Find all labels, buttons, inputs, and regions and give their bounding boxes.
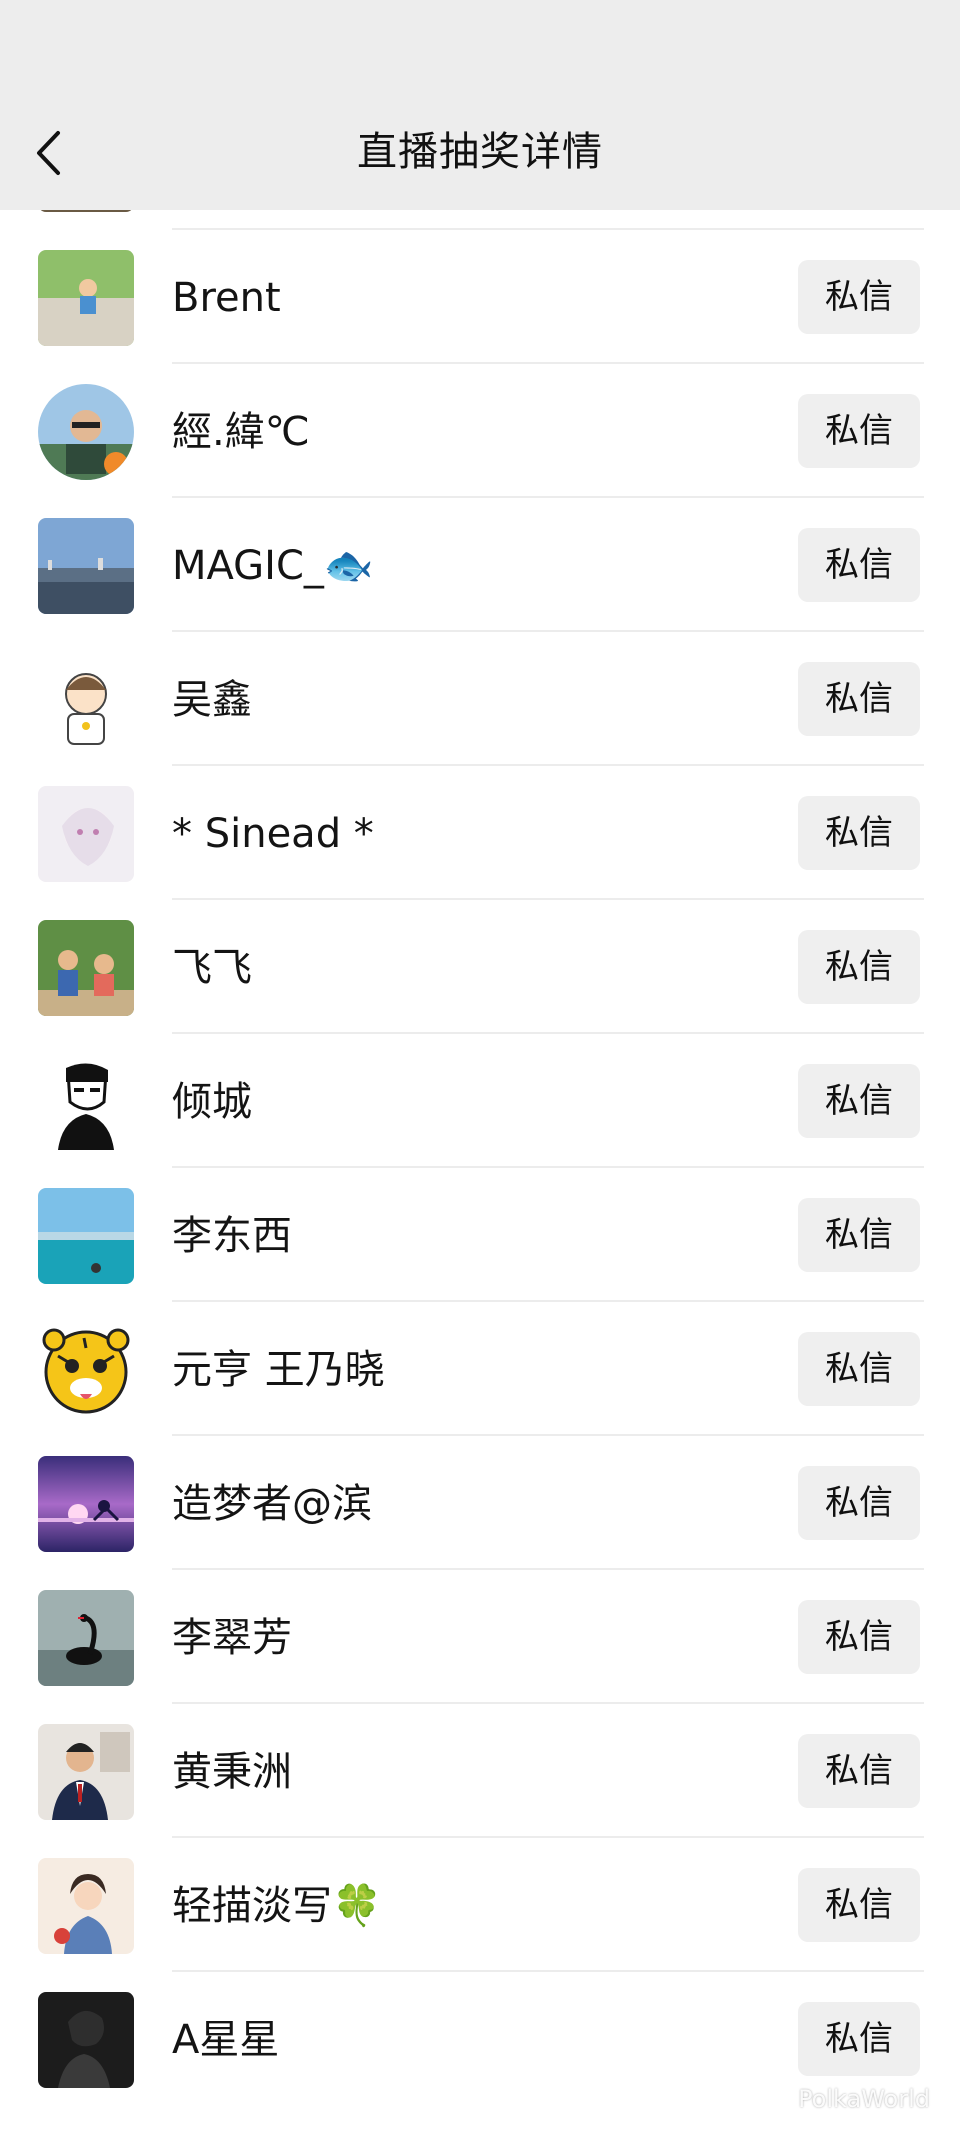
winner-list: chris 私信 Brent 私信 經.緯℃ 私信 MAGIC_🐟: [0, 96, 960, 2106]
message-button[interactable]: 私信: [798, 662, 920, 736]
user-name: 吴鑫: [172, 677, 252, 723]
user-name: 飞飞: [172, 945, 252, 991]
user-name: 轻描淡写🍀: [172, 1883, 382, 1929]
message-button[interactable]: 私信: [798, 796, 920, 870]
user-name: A星星: [172, 2017, 280, 2063]
avatar[interactable]: [38, 250, 134, 346]
nav-bar: 直播抽奖详情: [0, 0, 960, 210]
user-name: 李翠芳: [172, 1615, 292, 1661]
message-button[interactable]: 私信: [798, 1734, 920, 1808]
avatar[interactable]: [38, 518, 134, 614]
user-name: 李东西: [172, 1213, 292, 1259]
message-button[interactable]: 私信: [798, 930, 920, 1004]
avatar[interactable]: [38, 652, 134, 748]
list-item[interactable]: 倾城 私信: [0, 1034, 960, 1168]
page-title: 直播抽奖详情: [357, 129, 603, 175]
message-button[interactable]: 私信: [798, 394, 920, 468]
avatar[interactable]: [38, 1054, 134, 1150]
list-item[interactable]: 元亨 王乃晓 私信: [0, 1302, 960, 1436]
user-name: 經.緯℃: [172, 409, 310, 455]
user-name: 元亨 王乃晓: [172, 1347, 385, 1393]
list-item[interactable]: 李东西 私信: [0, 1168, 960, 1302]
user-name: MAGIC_🐟: [172, 543, 374, 589]
avatar[interactable]: [38, 786, 134, 882]
message-button[interactable]: 私信: [798, 1332, 920, 1406]
user-name: 造梦者@滨: [172, 1481, 372, 1527]
list-item[interactable]: 造梦者@滨 私信: [0, 1436, 960, 1570]
avatar[interactable]: [38, 1992, 134, 2088]
message-button[interactable]: 私信: [798, 528, 920, 602]
message-button[interactable]: 私信: [798, 1600, 920, 1674]
avatar[interactable]: [38, 384, 134, 480]
message-button[interactable]: 私信: [798, 2002, 920, 2076]
user-name: * Sinead *: [172, 811, 374, 857]
message-button[interactable]: 私信: [798, 1198, 920, 1272]
user-name: Brent: [172, 275, 281, 321]
message-button[interactable]: 私信: [798, 260, 920, 334]
avatar[interactable]: [38, 1858, 134, 1954]
list-item[interactable]: 吴鑫 私信: [0, 632, 960, 766]
list-item[interactable]: 飞飞 私信: [0, 900, 960, 1034]
list-item[interactable]: 黄秉洲 私信: [0, 1704, 960, 1838]
list-item[interactable]: 經.緯℃ 私信: [0, 364, 960, 498]
avatar[interactable]: [38, 1322, 134, 1418]
user-name: 倾城: [172, 1079, 252, 1125]
list-item[interactable]: * Sinead * 私信: [0, 766, 960, 900]
list-item[interactable]: Brent 私信: [0, 230, 960, 364]
message-button[interactable]: 私信: [798, 1466, 920, 1540]
user-name: 黄秉洲: [172, 1749, 292, 1795]
avatar[interactable]: [38, 1456, 134, 1552]
message-button[interactable]: 私信: [798, 1868, 920, 1942]
list-item[interactable]: 轻描淡写🍀 私信: [0, 1838, 960, 1972]
wechat-icon: [759, 2086, 791, 2111]
avatar[interactable]: [38, 1590, 134, 1686]
list-item[interactable]: 李翠芳 私信: [0, 1570, 960, 1704]
watermark-text: PolkaWorld: [798, 2085, 930, 2113]
avatar[interactable]: [38, 1724, 134, 1820]
list-item[interactable]: MAGIC_🐟 私信: [0, 498, 960, 632]
lottery-detail-page: chris 私信 Brent 私信 經.緯℃ 私信 MAGIC_🐟: [0, 0, 960, 2133]
avatar[interactable]: [38, 1188, 134, 1284]
watermark: PolkaWorld: [758, 2085, 930, 2113]
message-button[interactable]: 私信: [798, 1064, 920, 1138]
avatar[interactable]: [38, 920, 134, 1016]
